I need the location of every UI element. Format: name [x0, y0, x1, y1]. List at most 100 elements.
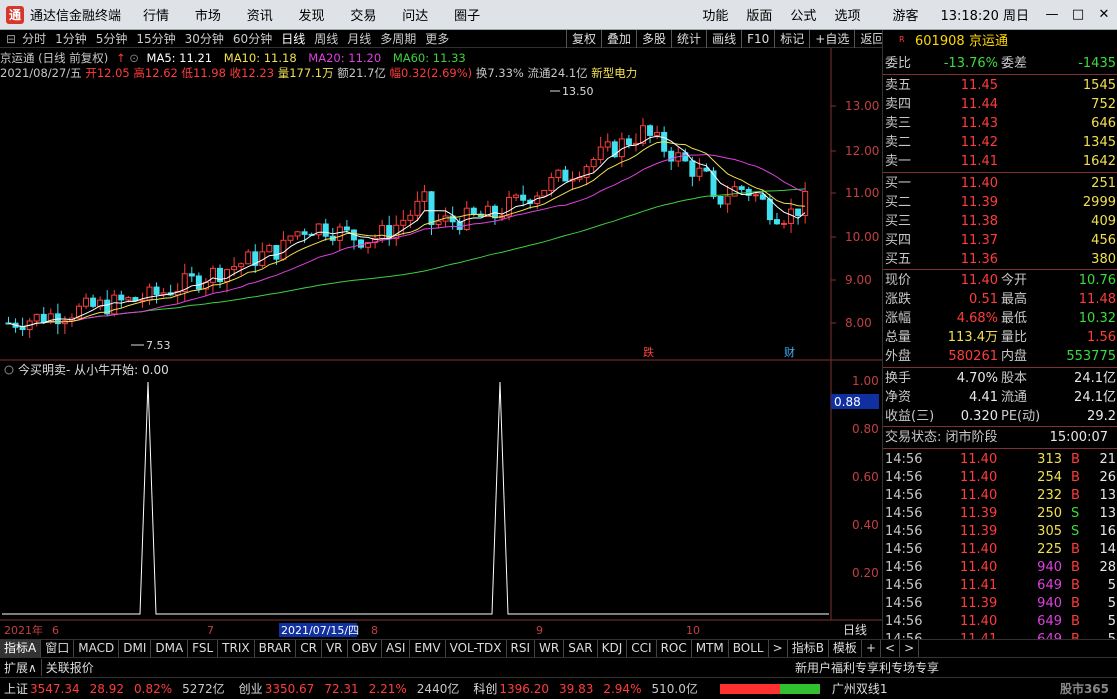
candle — [111, 294, 118, 315]
menu-item-ask[interactable]: 问达 — [402, 9, 428, 24]
menu-item-exchange[interactable]: 市场 — [195, 9, 221, 24]
period-tab[interactable]: 月线 — [347, 30, 371, 47]
price-axis: 13.00 12.00 11.00 10.00 9.00 8.00 — [831, 99, 879, 330]
candle — [414, 200, 421, 216]
expand-button[interactable]: 扩展∧ — [0, 659, 41, 676]
indicator-tabs: 指标A 窗口 MACD DMI DMA FSL TRIX BRAR CR VR OBV ASI EMV V… — [0, 639, 1117, 657]
toolbar-button[interactable]: 复权 — [566, 30, 601, 48]
period-tab-daily[interactable]: 日线 — [281, 30, 305, 47]
indicator-tab[interactable]: OBV — [348, 640, 383, 657]
menu-item-discover[interactable]: 发现 — [299, 9, 325, 24]
indicator-tab[interactable]: CCI — [627, 640, 657, 657]
options-button[interactable]: 选项 — [834, 5, 860, 24]
formula-button[interactable]: 公式 — [790, 5, 816, 24]
menu-item-circle[interactable]: 圈子 — [454, 9, 480, 24]
indicator-tab[interactable]: MACD — [74, 640, 120, 657]
toolbar-button[interactable]: +自选 — [809, 30, 854, 48]
index-amount: 510.0亿 — [651, 682, 698, 696]
toolbar-button[interactable]: 统计 — [671, 30, 706, 48]
indicator-settings-icon[interactable] — [4, 365, 14, 375]
indicator-tab[interactable]: MTM — [692, 640, 729, 657]
period-tab-more[interactable]: 更多 — [425, 30, 449, 47]
guest-login[interactable]: 游客 — [892, 5, 918, 24]
candle — [343, 226, 350, 231]
indicator-tab[interactable]: + — [862, 640, 881, 657]
report-marker: 财 — [784, 345, 795, 359]
bid-row: 买一 11.40 251 — [885, 176, 1116, 191]
candle — [759, 194, 766, 200]
indicator-tab[interactable]: TRIX — [218, 640, 255, 657]
menu-item-trade[interactable]: 交易 — [350, 9, 376, 24]
date-label: 7 — [207, 624, 214, 637]
candle — [125, 297, 132, 301]
candle — [738, 186, 745, 190]
candle — [238, 263, 245, 268]
candle — [160, 292, 167, 295]
indicator-tab[interactable]: > — [769, 640, 788, 657]
period-tab[interactable]: 多周期 — [380, 30, 416, 47]
indicator-tab[interactable]: 模板 — [829, 640, 862, 657]
candle — [188, 273, 195, 277]
indicator-tab[interactable]: < — [881, 640, 901, 657]
weibi-row: 委比 -13.76% 委差 -1435 — [885, 56, 1116, 71]
settings-icon[interactable]: ⊟ — [6, 32, 16, 46]
indicator-tab[interactable]: 窗口 — [41, 640, 75, 657]
menu-item-market[interactable]: 行情 — [143, 9, 169, 24]
quote-row: 收益(三) 0.320 PE(动) 29.2 — [885, 409, 1116, 424]
index-change: 72.31 — [324, 681, 359, 696]
indicator-tab[interactable]: DMI — [119, 640, 152, 657]
tick-row: 14:56 11.40 232 B 13 — [885, 488, 1116, 503]
indicator-tab[interactable]: VOL-TDX — [446, 640, 507, 657]
expand-bar: 扩展∧ 关联报价 新用户福利专享利专场专享 — [0, 657, 1117, 677]
period-tab[interactable]: 15分钟 — [136, 30, 175, 47]
indicator-tab[interactable]: 指标B — [788, 640, 829, 657]
toolbar-button[interactable]: 画线 — [706, 30, 741, 48]
function-button[interactable]: 功能 — [702, 5, 728, 24]
indicator-tab[interactable]: EMV — [410, 640, 446, 657]
news-ticker[interactable]: 新用户福利专享利专场专享 — [795, 659, 939, 676]
index-pct: 0.82% — [134, 681, 173, 696]
indicator-tab[interactable]: VR — [322, 640, 348, 657]
indicator-tab[interactable]: ROC — [657, 640, 692, 657]
toolbar-button[interactable]: F10 — [741, 30, 774, 48]
quote-row: 外盘 580261 内盘 553775 — [885, 349, 1116, 364]
period-tab[interactable]: 1分钟 — [55, 30, 87, 47]
indicator-tab[interactable]: SAR — [564, 640, 598, 657]
indicator-tab[interactable]: WR — [535, 640, 565, 657]
indicator-tab[interactable]: CR — [296, 640, 322, 657]
indicator-tab[interactable]: > — [900, 640, 920, 657]
related-quote-button[interactable]: 关联报价 — [40, 659, 98, 676]
indicator-tab[interactable]: BOLL — [729, 640, 769, 657]
server-name[interactable]: 广州双线1 — [832, 680, 888, 697]
indicator-tab[interactable]: BRAR — [255, 640, 297, 657]
indicator-tab[interactable]: KDJ — [598, 640, 628, 657]
toolbar-button[interactable]: 标记 — [774, 30, 809, 48]
indicator-tab[interactable]: DMA — [151, 640, 189, 657]
close-icon[interactable]: ✕ — [1091, 7, 1117, 22]
indicator-tab[interactable]: 指标A — [0, 640, 42, 657]
candle — [520, 194, 527, 201]
period-tab[interactable]: 5分钟 — [96, 30, 128, 47]
index-pct: 2.21% — [368, 681, 407, 696]
indicator-tab[interactable]: FSL — [188, 640, 219, 657]
minimize-icon[interactable]: — — [1039, 7, 1065, 22]
toolbar-button[interactable]: 叠加 — [601, 30, 636, 48]
candle — [301, 231, 308, 235]
maximize-icon[interactable]: □ — [1065, 7, 1091, 22]
candle — [40, 313, 47, 323]
indicator-tab[interactable]: ASI — [382, 640, 411, 657]
period-tab[interactable]: 分时 — [22, 30, 46, 47]
indicator-title: 今买明卖- 从小牛开始: 0.00 — [18, 362, 169, 377]
chart-area[interactable]: 京运通 (日线 前复权) ↑ ⊙ MA5: 11.21 MA10: 11.18 … — [0, 48, 882, 638]
period-tab[interactable]: 周线 — [314, 30, 338, 47]
kline-chart[interactable]: 13.00 12.00 11.00 10.00 9.00 8.00 13.50 … — [0, 48, 882, 638]
candle — [795, 208, 802, 216]
period-tab[interactable]: 30分钟 — [185, 30, 224, 47]
period-tab[interactable]: 60分钟 — [233, 30, 272, 47]
menu-item-news[interactable]: 资讯 — [247, 9, 273, 24]
candle — [245, 251, 252, 265]
indicator-tab[interactable]: RSI — [507, 640, 536, 657]
layout-button[interactable]: 版面 — [746, 5, 772, 24]
toolbar-button[interactable]: 多股 — [636, 30, 671, 48]
ask-row: 卖三 11.43 646 — [885, 116, 1116, 131]
